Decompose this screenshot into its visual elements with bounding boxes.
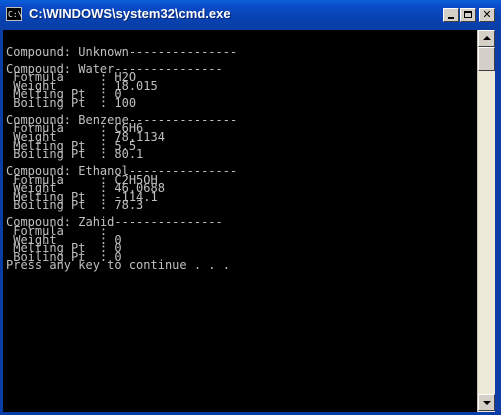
scroll-down-button[interactable] [478, 394, 495, 411]
scrollbar-thumb[interactable] [478, 47, 495, 71]
console-window: C:\ C:\WINDOWS\system32\cmd.exe ✕ Compou… [0, 0, 501, 415]
arrow-up-icon [483, 36, 491, 40]
console-line: Boiling Pt : 100 [6, 95, 137, 110]
vertical-scrollbar[interactable] [477, 30, 495, 412]
close-button[interactable]: ✕ [479, 8, 495, 22]
maximize-button[interactable] [460, 8, 476, 22]
title-bar[interactable]: C:\ C:\WINDOWS\system32\cmd.exe ✕ [0, 0, 501, 30]
window-frame-right [495, 30, 501, 415]
scroll-up-button[interactable] [478, 30, 495, 47]
minimize-icon [448, 17, 454, 19]
console-line: Compound: Unknown--------------- [6, 44, 238, 59]
close-icon: ✕ [482, 8, 492, 21]
console-text: Compound: Unknown--------------- Compound… [6, 39, 238, 273]
arrow-down-icon [483, 401, 491, 405]
console-line: Press any key to continue . . . [6, 258, 230, 273]
maximize-icon [464, 11, 472, 18]
console-output-area[interactable]: Compound: Unknown--------------- Compound… [3, 30, 477, 412]
cmd-icon[interactable]: C:\ [6, 7, 22, 21]
window-title: C:\WINDOWS\system32\cmd.exe [29, 6, 231, 21]
minimize-button[interactable] [443, 8, 459, 22]
console-line: Boiling Pt : 78.3 [6, 198, 144, 213]
console-line: Boiling Pt : 80.1 [6, 147, 144, 162]
